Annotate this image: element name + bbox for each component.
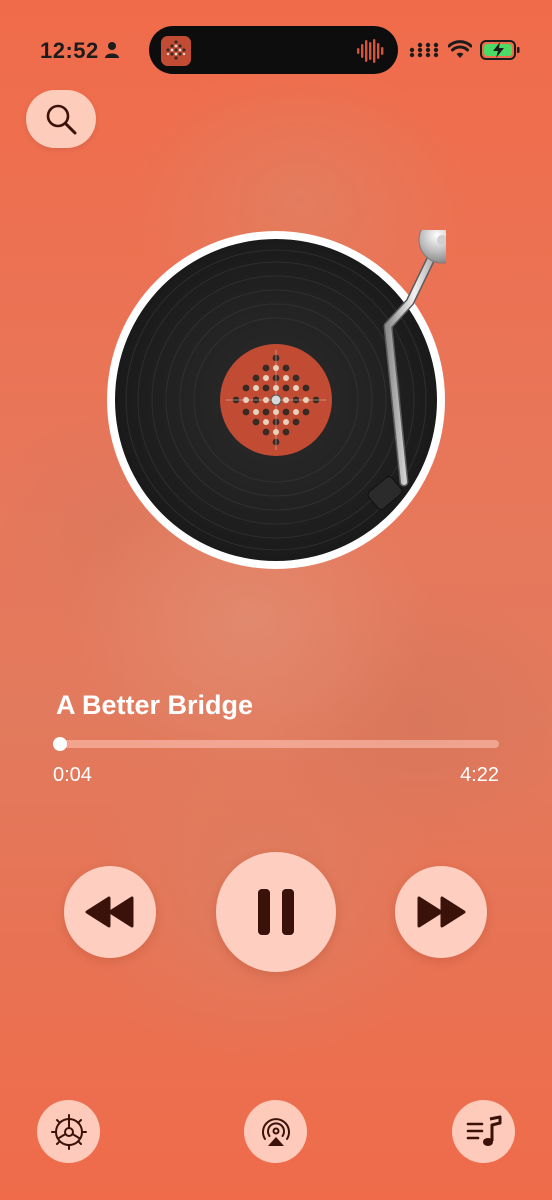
blurred-background xyxy=(0,0,552,1200)
total-duration: 4:22 xyxy=(460,764,499,786)
turntable-record[interactable] xyxy=(106,230,446,570)
pause-button[interactable] xyxy=(216,852,336,972)
elapsed-time: 0:04 xyxy=(53,764,92,786)
fast-forward-icon xyxy=(417,896,466,928)
album-art-thumbnail xyxy=(161,36,191,66)
status-bar: 12:52 xyxy=(0,0,552,100)
settings-button[interactable] xyxy=(37,1100,100,1163)
fast-forward-button[interactable] xyxy=(395,866,487,958)
airplay-button[interactable] xyxy=(244,1100,307,1163)
dynamic-island[interactable] xyxy=(149,26,398,74)
search-icon xyxy=(46,104,77,135)
progress-slider[interactable] xyxy=(53,737,499,751)
search-button[interactable] xyxy=(26,90,96,148)
signal-icon xyxy=(409,42,439,58)
battery-charging-icon xyxy=(480,40,520,60)
track-title: A Better Bridge xyxy=(56,690,254,720)
pause-icon xyxy=(258,889,294,935)
rewind-button[interactable] xyxy=(64,866,156,958)
queue-music-icon xyxy=(466,1115,501,1146)
waveform-icon xyxy=(357,39,384,63)
settings-gear-icon xyxy=(50,1113,87,1150)
airplay-icon xyxy=(261,1117,290,1146)
person-icon xyxy=(105,42,119,58)
wifi-icon xyxy=(448,40,472,58)
rewind-icon xyxy=(85,896,134,928)
status-time: 12:52 xyxy=(40,38,99,63)
queue-button[interactable] xyxy=(452,1100,515,1163)
